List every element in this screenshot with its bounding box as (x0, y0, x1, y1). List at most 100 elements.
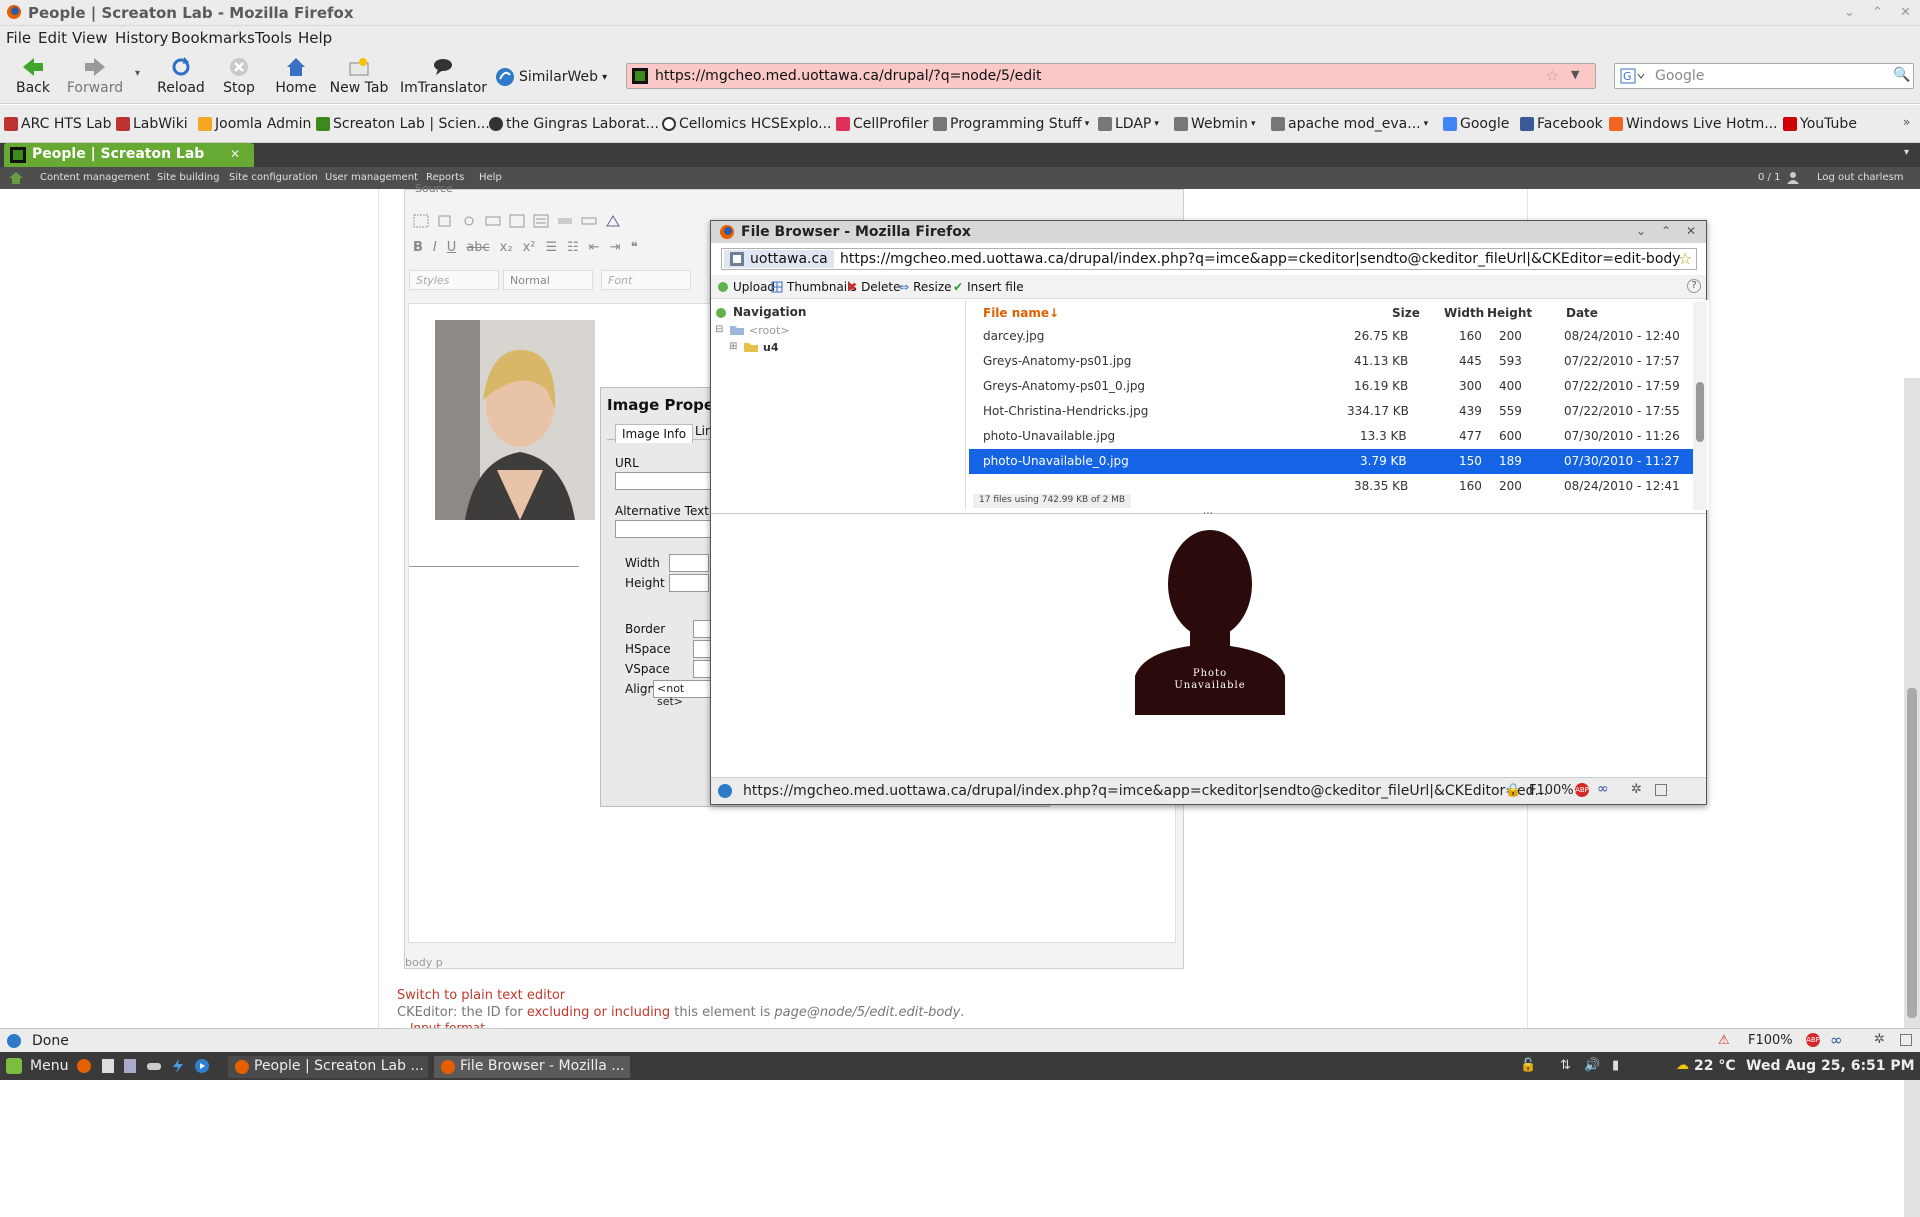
radio-icon[interactable] (461, 214, 477, 228)
format-dropdown[interactable]: Normal (503, 270, 593, 290)
settings-icon[interactable]: ✲ (1631, 782, 1642, 797)
superscript-icon[interactable]: x² (523, 240, 536, 255)
bookmark-folder[interactable]: apache mod_eva... ▾ (1271, 116, 1428, 132)
bookmark-item[interactable]: Screaton Lab | Scien... (316, 116, 490, 132)
menu-file[interactable]: File (6, 29, 31, 47)
menu-tools[interactable]: Tools (255, 29, 292, 47)
file-row[interactable]: Hot-Christina-Hendricks.jpg 334.17 KB 439 5… (969, 399, 1694, 424)
italic-icon[interactable]: I (433, 240, 437, 255)
menu-button[interactable]: Menu (30, 1058, 68, 1074)
popup-url-bar[interactable]: uottawa.ca https://mgcheo.med.uottawa.ca… (721, 248, 1697, 270)
column-date[interactable]: Date (1566, 306, 1598, 320)
drupal-home-icon[interactable] (8, 171, 24, 185)
bookmark-item[interactable]: Windows Live Hotm... (1609, 116, 1778, 132)
column-file-name[interactable]: File name↓ (983, 306, 1059, 320)
game-icon[interactable] (146, 1058, 162, 1074)
imtranslator-button[interactable]: ImTranslator (400, 54, 487, 96)
file-row-selected[interactable]: photo-Unavailable_0.jpg 3.79 KB 150 189 07/3… (969, 449, 1694, 474)
u4-folder[interactable]: u4 (763, 341, 779, 354)
menu-bookmarks[interactable]: Bookmarks (171, 29, 255, 47)
bookmark-folder[interactable]: Webmin ▾ (1174, 116, 1255, 132)
subscript-icon[interactable]: x₂ (500, 240, 513, 255)
popup-zoom[interactable]: F100% (1529, 783, 1574, 798)
strike-icon[interactable]: abc (466, 240, 489, 255)
column-width[interactable]: Width (1444, 306, 1484, 320)
font-dropdown[interactable]: Font (601, 270, 691, 290)
adblock-icon[interactable]: ABP (1806, 1033, 1820, 1047)
popup-maximize-icon[interactable]: ⌃ (1661, 224, 1671, 238)
bookmark-item[interactable]: ARC HTS Lab (4, 116, 112, 132)
file-list-scrollbar[interactable] (1693, 302, 1707, 510)
width-field[interactable] (669, 554, 709, 572)
new-tab-button[interactable]: New Tab (328, 54, 390, 96)
clock[interactable]: Wed Aug 25, 6:51 PM (1746, 1058, 1915, 1074)
url-dropdown-icon[interactable]: ▼ (1571, 68, 1579, 81)
delete-button[interactable]: ✖ Delete (847, 280, 901, 294)
preview-splitter[interactable]: ⋯ (1203, 508, 1213, 519)
popup-close-icon[interactable]: ✕ (1686, 224, 1696, 238)
file-row[interactable]: darcey.jpg 26.75 KB 160 200 08/24/2010 - 12:… (969, 324, 1694, 349)
back-button[interactable]: Back (2, 54, 64, 96)
page-scrollbar[interactable] (1904, 378, 1920, 1217)
upload-button[interactable]: Upload (717, 280, 775, 294)
file-row[interactable]: Greys-Anatomy-ps01.jpg 41.13 KB 445 593 07/2… (969, 349, 1694, 374)
weather-temp[interactable]: 22 °C (1694, 1058, 1736, 1074)
checkbox-icon[interactable] (437, 214, 453, 228)
bookmark-item[interactable]: Facebook (1520, 116, 1603, 132)
admin-help[interactable]: Help (479, 172, 502, 183)
table-icon[interactable] (413, 214, 429, 228)
bookmark-item[interactable]: YouTube (1783, 116, 1857, 132)
bookmark-item[interactable]: LabWiki (116, 116, 188, 132)
select-icon[interactable] (533, 214, 549, 228)
help-icon[interactable]: ? (1687, 279, 1701, 293)
tab-list-icon[interactable]: ▾ (1904, 147, 1909, 158)
firefox-launcher-icon[interactable] (76, 1058, 92, 1074)
stop-button[interactable]: Stop (208, 54, 270, 96)
admin-content-management[interactable]: Content management (40, 172, 150, 183)
adblock-icon[interactable]: ABP (1575, 783, 1589, 797)
page-scrollbar-thumb[interactable] (1907, 688, 1917, 1018)
bookmarks-overflow-icon[interactable]: » (1903, 115, 1910, 129)
outdent-icon[interactable]: ⇤ (589, 240, 600, 255)
status-alert-icon[interactable]: ⚠ (1718, 1033, 1730, 1048)
textfield-icon[interactable] (485, 214, 501, 228)
bookmark-folder[interactable]: Programming Stuff ▾ (933, 116, 1089, 132)
bookmark-star-icon[interactable]: ☆ (1545, 66, 1559, 85)
switch-plain-text-link[interactable]: Switch to plain text editor (397, 988, 565, 1003)
numbered-list-icon[interactable]: ☰ (545, 240, 557, 255)
menu-history[interactable]: History (115, 29, 168, 47)
resize-grip-icon[interactable] (1655, 784, 1667, 796)
menu-view[interactable]: View (72, 29, 108, 47)
flash-icon[interactable] (605, 214, 621, 228)
admin-user-management[interactable]: User management (325, 172, 418, 183)
column-height[interactable]: Height (1487, 306, 1532, 320)
height-field[interactable] (669, 574, 709, 592)
url-bar[interactable]: https://mgcheo.med.uottawa.ca/drupal/?q=… (626, 63, 1596, 89)
excluding-including-link[interactable]: excluding or including (527, 1005, 670, 1020)
reload-button[interactable]: Reload (150, 54, 212, 96)
bold-icon[interactable]: B (413, 240, 423, 255)
indent-icon[interactable]: ⇥ (610, 240, 621, 255)
infinity-icon[interactable]: ∞ (1597, 781, 1609, 797)
status-zoom[interactable]: F100% (1748, 1033, 1793, 1048)
admin-logout[interactable]: Log out charlesm (1817, 172, 1904, 183)
popup-minimize-icon[interactable]: ⌄ (1636, 224, 1646, 238)
thumbnails-button[interactable]: Thumbnails (771, 280, 857, 294)
mint-menu-icon[interactable] (6, 1058, 22, 1074)
u4-expand-icon[interactable]: ⊞ (729, 341, 737, 352)
file-row[interactable]: Greys-Anatomy-ps01_0.jpg 16.19 KB 300 400 07… (969, 374, 1694, 399)
lightning-icon[interactable] (170, 1058, 186, 1074)
file-list-scrollbar-thumb[interactable] (1696, 382, 1704, 442)
textarea-icon[interactable] (509, 214, 525, 228)
tab-close-icon[interactable]: ✕ (230, 147, 240, 161)
tab-image-info[interactable]: Image Info (615, 424, 694, 443)
text-editor-icon[interactable] (100, 1058, 116, 1074)
input-format-link[interactable]: Input format (410, 1021, 485, 1028)
file-row[interactable]: photo-Unavailable.jpg 13.3 KB 477 600 07/30/… (969, 424, 1694, 449)
forward-button[interactable]: Forward (64, 54, 126, 96)
infinity-icon[interactable]: ∞ (1830, 1031, 1843, 1049)
person-photo[interactable] (435, 320, 595, 520)
resize-button[interactable]: ⇔ Resize (899, 280, 952, 294)
blockquote-icon[interactable]: ❝ (631, 240, 638, 255)
button-icon[interactable] (557, 214, 573, 228)
